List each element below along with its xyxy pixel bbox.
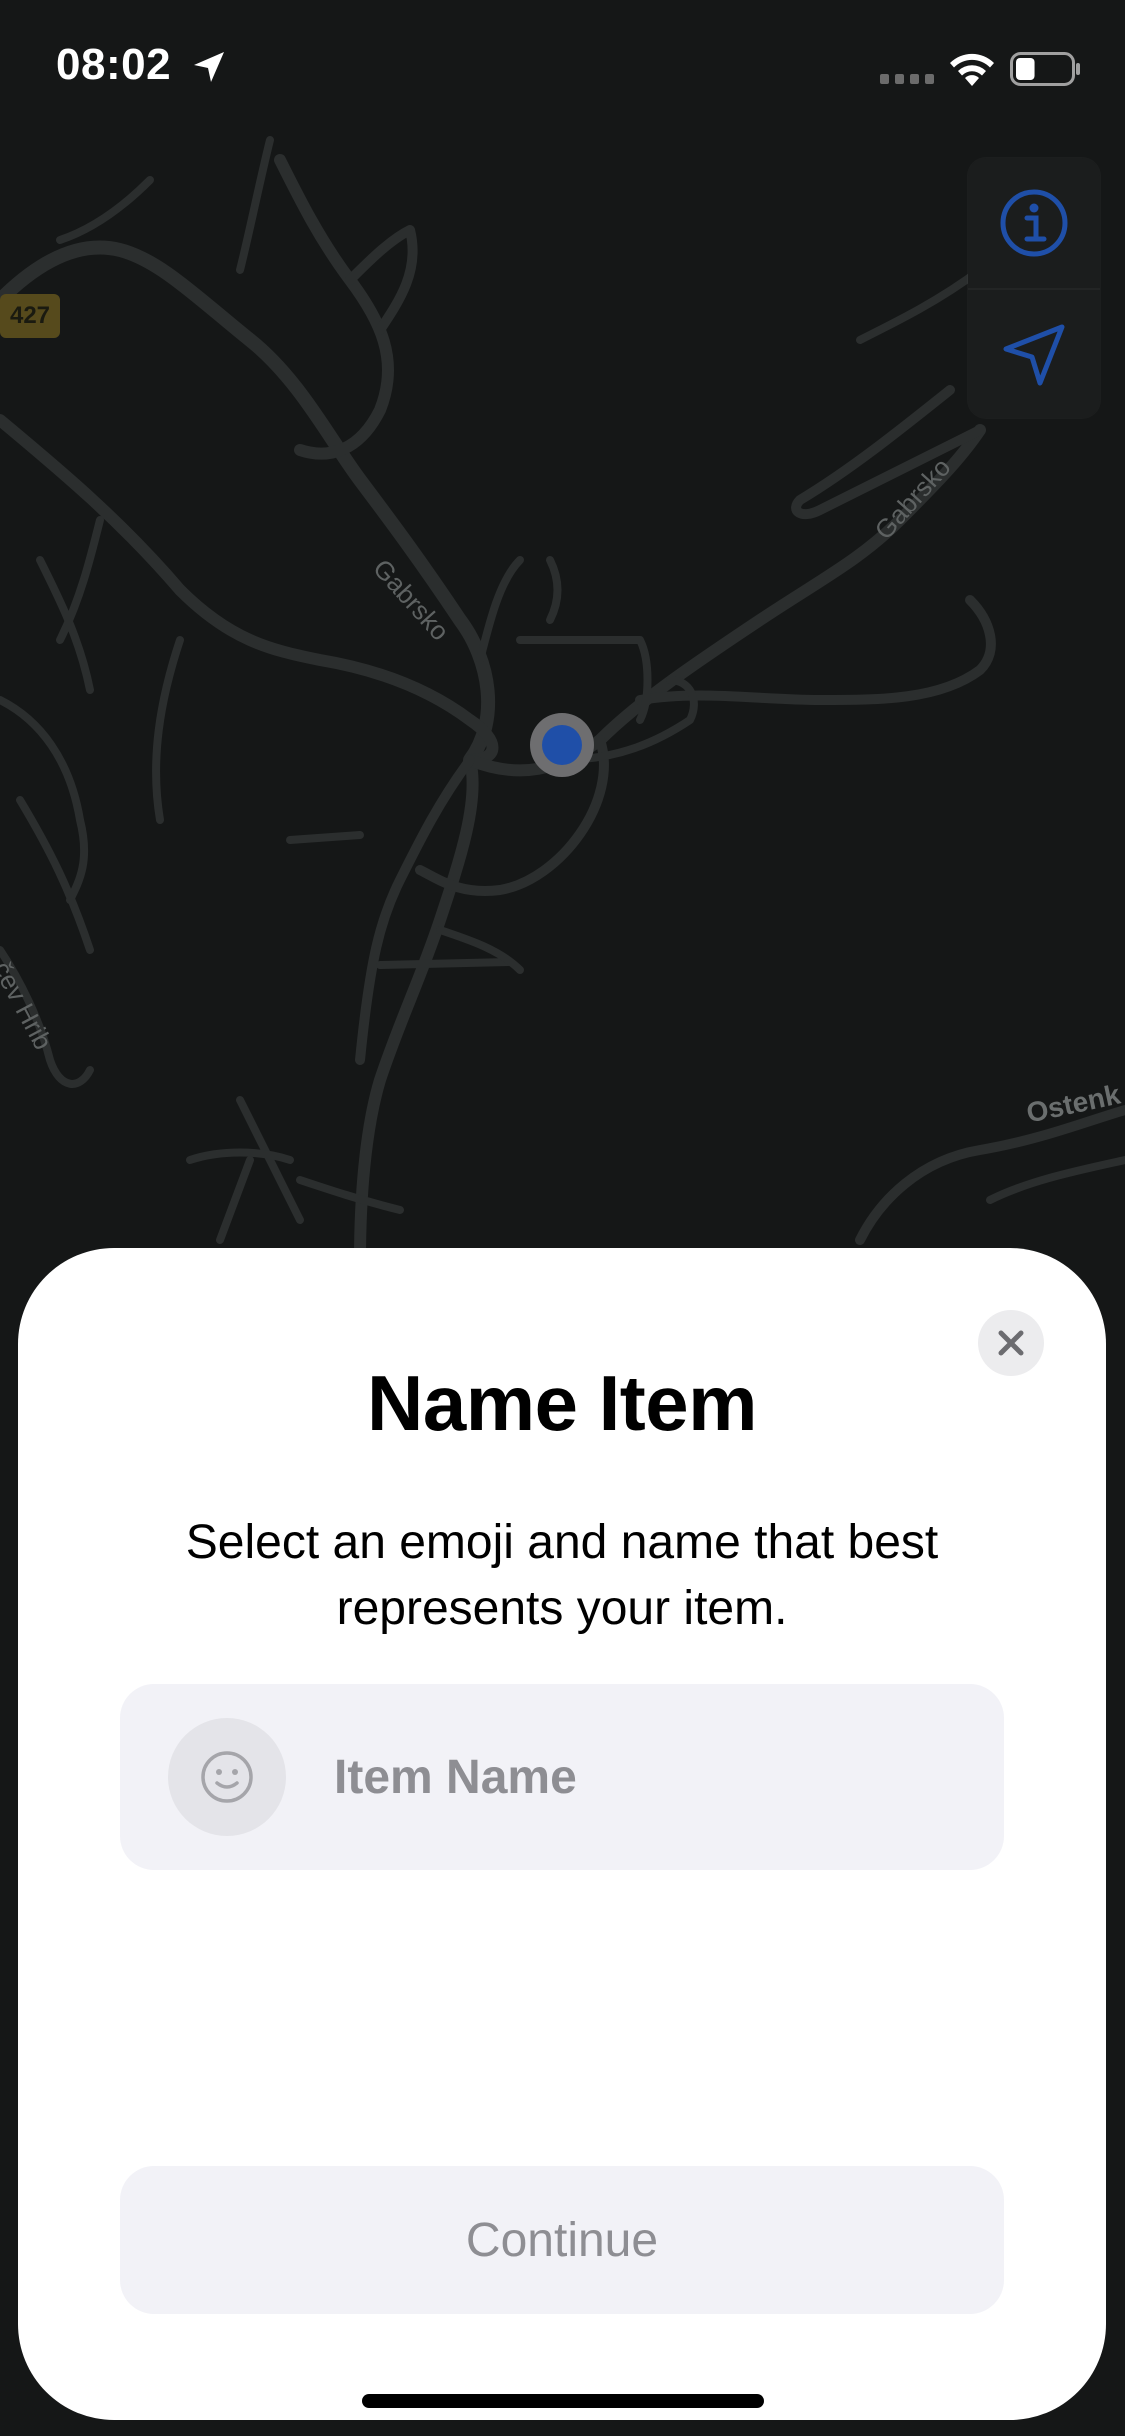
close-icon [998,1330,1024,1356]
smiley-face-icon [201,1751,253,1803]
map-controls [968,158,1100,418]
navigation-arrow-icon [1003,324,1065,386]
road-number-badge: 427 [0,294,60,338]
current-location-button[interactable] [968,290,1100,420]
sheet-description: Select an emoji and name that best repre… [185,1516,939,1635]
location-arrow-icon [194,52,224,82]
name-item-sheet: Name Item Select an emoji and name that … [18,1248,1106,2420]
map-info-button[interactable] [968,158,1100,288]
info-icon [1000,189,1068,257]
emoji-picker-button[interactable] [168,1718,286,1836]
item-name-field [120,1684,1004,1870]
wifi-icon [950,53,994,86]
cellular-signal-icon [880,74,934,84]
home-indicator[interactable] [362,2394,764,2408]
sheet-title: Name Item [367,1359,758,1447]
screen: 427 Gabrsko Gabrsko čev Hrib Ostenk 08:0… [0,0,1125,2436]
status-time: 08:02 [56,40,172,89]
status-bar: 08:02 [0,0,1125,140]
battery-icon [1010,52,1080,86]
user-location-dot [542,725,582,765]
item-name-input[interactable] [334,1732,954,1822]
continue-button[interactable]: Continue [120,2166,1004,2314]
